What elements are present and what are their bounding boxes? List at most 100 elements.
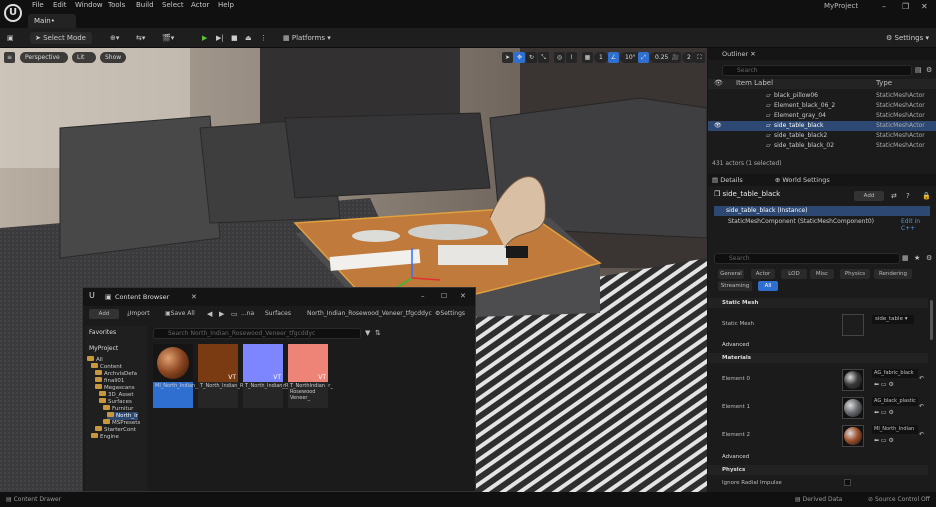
section-advanced-2[interactable]: Advanced bbox=[708, 452, 928, 462]
favorites-header[interactable]: Favorites bbox=[89, 329, 116, 336]
world-icon[interactable]: ◎ bbox=[554, 52, 565, 63]
use-selected-icon[interactable]: ⬅ ▭ ⚙ bbox=[874, 409, 894, 416]
column-item-label[interactable]: Item Label bbox=[736, 79, 773, 87]
column-type[interactable]: Type bbox=[876, 79, 892, 87]
section-static-mesh[interactable]: Static Mesh bbox=[708, 298, 928, 308]
material-select[interactable]: MI_North_Indian bbox=[872, 425, 918, 434]
close-icon[interactable]: ✕ bbox=[921, 2, 928, 11]
ignore-radial-impulse-checkbox[interactable] bbox=[844, 479, 851, 486]
camera-speed-icon[interactable]: 🎥 bbox=[670, 52, 681, 63]
cinematics-icon[interactable]: 🎬▾ bbox=[162, 32, 174, 44]
outliner-row[interactable]: ▱ side_table_black2 StaticMeshActor bbox=[708, 131, 936, 141]
outliner-row[interactable]: ▱ Element_gray_04 StaticMeshActor bbox=[708, 111, 936, 121]
use-selected-icon[interactable]: ⬅ ▭ ⚙ bbox=[874, 381, 894, 388]
cb-save-all-button[interactable]: ▣Save All bbox=[165, 310, 195, 317]
asset-tile[interactable]: VT T_NorthIndian Rosewood Veneer_ bbox=[288, 344, 328, 408]
reset-icon[interactable]: ↶ bbox=[919, 375, 924, 382]
breadcrumb-2[interactable]: North_Indian_Rosewood_Veneer_tfgcddyc bbox=[307, 310, 432, 317]
filter-chip-actor[interactable]: Actor bbox=[751, 269, 775, 279]
scale-snap-icon[interactable]: ⤢ bbox=[638, 52, 649, 63]
section-materials[interactable]: Materials bbox=[708, 353, 928, 363]
outliner-search-input[interactable]: Search bbox=[722, 65, 912, 76]
menu-actor[interactable]: Actor bbox=[191, 1, 209, 9]
material-select[interactable]: AG_fabric_black bbox=[872, 369, 918, 378]
platforms-dropdown[interactable]: ▦ Platforms ▾ bbox=[283, 32, 331, 44]
menu-tools[interactable]: Tools bbox=[108, 1, 125, 9]
sort-icon[interactable]: ⇅ bbox=[375, 329, 381, 337]
asset-tile[interactable]: MI_North_Indian_Rosewood_ bbox=[153, 344, 226, 408]
maximize-icon[interactable]: ☐ bbox=[441, 292, 447, 300]
folder-add-icon[interactable]: ▤ bbox=[915, 66, 922, 74]
filter-chip-misc[interactable]: Misc bbox=[810, 269, 834, 279]
settings-icon[interactable]: ⚙ bbox=[926, 66, 932, 74]
perspective-button[interactable]: Perspective bbox=[20, 52, 68, 63]
outliner-row[interactable]: ▱ black_pillow06 StaticMeshActor bbox=[708, 91, 936, 101]
grid-view-icon[interactable]: ▦ bbox=[902, 254, 909, 262]
menu-build[interactable]: Build bbox=[136, 1, 154, 9]
select-tool-icon[interactable]: ➤ bbox=[502, 52, 513, 63]
blueprint-icon[interactable]: ⇆▾ bbox=[136, 32, 145, 44]
section-advanced[interactable]: Advanced bbox=[708, 340, 928, 350]
history-back-icon[interactable]: ◀ bbox=[207, 310, 212, 318]
reset-icon[interactable]: ↶ bbox=[919, 403, 924, 410]
use-selected-icon[interactable]: ⬅ ▭ ⚙ bbox=[874, 437, 894, 444]
lit-button[interactable]: Lit bbox=[72, 52, 96, 63]
cb-search-input[interactable]: Search North_Indian_Rosewood_Veneer_tfgc… bbox=[153, 328, 361, 339]
actor-name[interactable]: ❒ side_table_black bbox=[714, 190, 780, 198]
filter-chip-rendering[interactable]: Rendering bbox=[874, 269, 912, 279]
project-header[interactable]: MyProject bbox=[89, 345, 118, 352]
blueprint-icon[interactable]: ⇄ bbox=[891, 192, 897, 200]
history-forward-icon[interactable]: ▶ bbox=[219, 310, 224, 318]
instance-row[interactable]: side_table_black (Instance) bbox=[714, 206, 930, 216]
asset-tile[interactable]: VTT_North_Indian_Rosewood_Veneer_ bbox=[243, 344, 333, 408]
settings-icon[interactable]: ⚙ bbox=[926, 254, 932, 262]
menu-window[interactable]: Window bbox=[75, 1, 103, 9]
source-control-button[interactable]: ⊘ Source Control Off bbox=[868, 492, 930, 507]
menu-file[interactable]: File bbox=[32, 1, 44, 9]
derived-data-button[interactable]: ▤ Derived Data bbox=[795, 492, 842, 507]
outliner-row[interactable]: 👁 ▱ side_table_black StaticMeshActor bbox=[708, 121, 936, 131]
rotate-tool-icon[interactable]: ↻ bbox=[526, 52, 537, 63]
tab-main[interactable]: Main• bbox=[28, 14, 76, 28]
material-select[interactable]: AG_black_plastic bbox=[872, 397, 918, 406]
filter-chip-all[interactable]: All bbox=[758, 281, 778, 291]
step-icon[interactable]: ▶| bbox=[216, 32, 224, 44]
minimize-icon[interactable]: – bbox=[421, 292, 425, 300]
settings-dropdown[interactable]: ⚙ Settings ▾ bbox=[886, 32, 929, 44]
folder-tree-item[interactable]: Engine bbox=[91, 433, 119, 441]
outliner-tab[interactable]: Outliner ✕ bbox=[708, 48, 936, 60]
outliner-row[interactable]: ▱ side_table_black_02 StaticMeshActor bbox=[708, 141, 936, 151]
options-icon[interactable]: ⋮ bbox=[260, 32, 267, 44]
cb-add-button[interactable]: Add bbox=[89, 309, 119, 319]
cb-import-button[interactable]: ⤓Import bbox=[127, 310, 150, 318]
cb-settings-button[interactable]: ⚙Settings bbox=[435, 310, 465, 317]
filter-chip-lod[interactable]: LOD bbox=[781, 269, 807, 279]
component-row[interactable]: StaticMeshComponent (StaticMeshComponent… bbox=[728, 218, 874, 225]
close-icon[interactable]: ✕ bbox=[750, 50, 755, 58]
select-mode-dropdown[interactable]: ➤ Select Mode ▾ bbox=[30, 32, 92, 54]
close-tab-icon[interactable]: ✕ bbox=[191, 293, 197, 301]
breadcrumb-0[interactable]: ...na bbox=[241, 310, 254, 317]
scale-tool-icon[interactable]: ⤡ bbox=[538, 52, 549, 63]
menu-select[interactable]: Select bbox=[162, 1, 184, 9]
reset-icon[interactable]: ↶ bbox=[919, 431, 924, 438]
add-actor-icon[interactable]: ⊕▾ bbox=[110, 32, 119, 44]
show-button[interactable]: Show bbox=[100, 52, 126, 63]
viewport-menu-icon[interactable]: ≡ bbox=[4, 52, 15, 63]
visibility-icon[interactable]: 👁 bbox=[714, 121, 722, 131]
menu-edit[interactable]: Edit bbox=[53, 1, 67, 9]
tab-world-settings[interactable]: ⊕ World Settings bbox=[775, 176, 830, 184]
filter-chip-general[interactable]: General bbox=[718, 269, 744, 279]
grid-snap-icon[interactable]: ▦ bbox=[582, 52, 593, 63]
filter-chip-streaming[interactable]: Streaming bbox=[718, 281, 752, 291]
mesh-select[interactable]: side_table ▾ bbox=[872, 315, 914, 324]
breadcrumb-1[interactable]: Surfaces bbox=[265, 310, 291, 317]
tab-details[interactable]: ▤ Details bbox=[712, 176, 743, 184]
details-search-input[interactable]: Search bbox=[714, 253, 900, 264]
save-icon[interactable]: ▣ bbox=[7, 32, 14, 44]
stop-icon[interactable]: ■ bbox=[231, 32, 238, 44]
minimize-icon[interactable]: – bbox=[882, 2, 886, 11]
filter-chip-physics[interactable]: Physics bbox=[840, 269, 870, 279]
outliner-row[interactable]: ▱ Element_black_06_2 StaticMeshActor bbox=[708, 101, 936, 111]
play-icon[interactable]: ▶ bbox=[202, 32, 207, 44]
